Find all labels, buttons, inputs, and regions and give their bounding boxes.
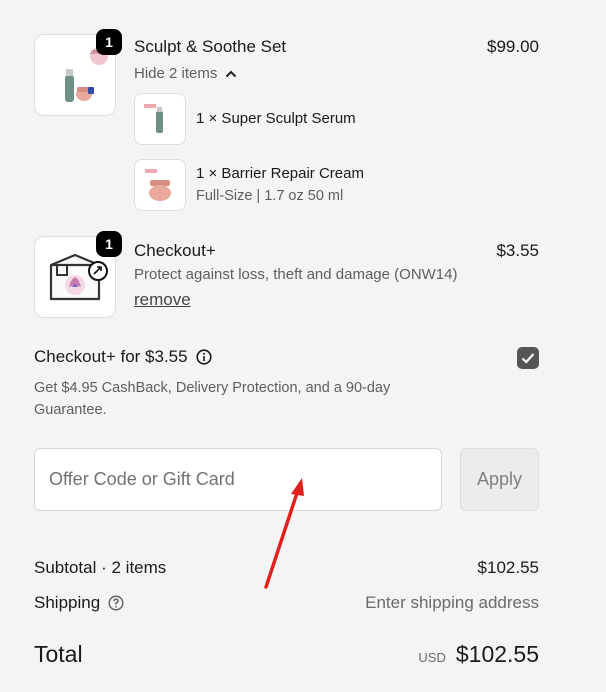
annotation-arrow-icon bbox=[264, 478, 304, 589]
checkout-plus-price: $3.55 bbox=[496, 241, 539, 260]
product-price: $99.00 bbox=[487, 37, 539, 56]
checkout-plus-offer-description: Get $4.95 CashBack, Delivery Protection,… bbox=[34, 380, 391, 418]
product-name: Sculpt & Soothe Set bbox=[134, 37, 287, 56]
cream-image bbox=[145, 169, 171, 201]
chevron-up-icon bbox=[226, 70, 237, 77]
shipping-row-label: Shipping bbox=[34, 593, 124, 613]
serum-image bbox=[144, 104, 163, 133]
sub-item-detail: Full-Size | 1.7 oz 50 ml bbox=[196, 188, 344, 204]
discount-code-input[interactable] bbox=[34, 448, 442, 511]
offer-title-text: Checkout+ for $3.55 bbox=[34, 347, 188, 366]
remove-link[interactable]: remove bbox=[134, 290, 191, 310]
quantity-badge: 1 bbox=[96, 29, 122, 55]
shield-badge-icon bbox=[88, 261, 108, 281]
hide-items-toggle[interactable]: Hide 2 items bbox=[134, 65, 237, 82]
total-value: $102.55 bbox=[455, 641, 539, 667]
sub-item-thumbnail bbox=[134, 93, 186, 145]
checkout-plus-description: Protect against loss, theft and damage (… bbox=[134, 266, 458, 283]
help-icon[interactable] bbox=[108, 595, 124, 611]
sub-item-label: 1 × Barrier Repair Cream bbox=[196, 165, 364, 182]
hide-items-label: Hide 2 items bbox=[134, 65, 218, 82]
subtotal-value: $102.55 bbox=[477, 558, 539, 577]
checkout-plus-offer-title: Checkout+ for $3.55 bbox=[34, 347, 212, 367]
checkmark-icon bbox=[521, 353, 535, 364]
sub-item-thumbnail bbox=[134, 159, 186, 211]
checkout-plus-name: Checkout+ bbox=[134, 241, 216, 260]
subtotal-label: Subtotal · 2 items bbox=[34, 558, 167, 577]
shipping-value: Enter shipping address bbox=[365, 593, 539, 612]
total-amount: USD $102.55 bbox=[418, 641, 539, 668]
sub-item-label: 1 × Super Sculpt Serum bbox=[196, 110, 356, 127]
shipping-label: Shipping bbox=[34, 593, 101, 612]
apply-button[interactable]: Apply bbox=[460, 448, 539, 511]
checkout-plus-checkbox[interactable] bbox=[517, 347, 539, 369]
total-label: Total bbox=[34, 641, 83, 667]
currency-code: USD bbox=[418, 650, 446, 665]
info-icon[interactable] bbox=[195, 349, 212, 365]
quantity-badge: 1 bbox=[96, 231, 122, 257]
